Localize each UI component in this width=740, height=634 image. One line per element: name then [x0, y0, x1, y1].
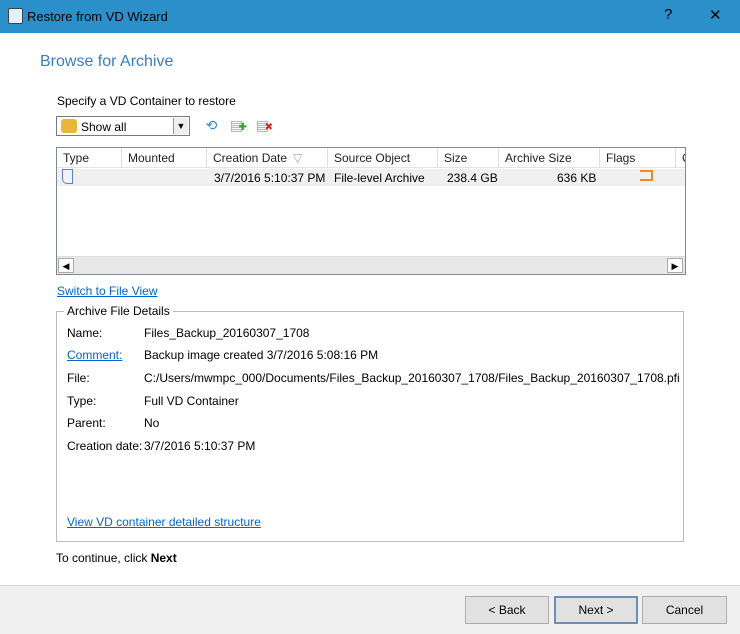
horizontal-scrollbar[interactable]: ◀ ▶	[57, 256, 685, 274]
type-value: Full VD Container	[144, 394, 239, 408]
view-structure-link[interactable]: View VD container detailed structure	[67, 515, 261, 529]
col-creation-date[interactable]: Creation Date ▽	[207, 148, 328, 168]
continue-hint: To continue, click Next	[56, 551, 177, 565]
creation-date-value: 3/7/2016 5:10:37 PM	[144, 439, 256, 453]
cell-archive-size: 636 KB	[557, 171, 597, 185]
filter-value: Show all	[81, 120, 127, 134]
cell-source-object: File-level Archive	[334, 171, 425, 185]
creation-date-label: Creation date:	[67, 439, 143, 453]
switch-to-file-view-link[interactable]: Switch to File View	[57, 284, 157, 298]
page-title: Browse for Archive	[40, 53, 174, 70]
file-icon	[62, 169, 73, 184]
comment-value: Backup image created 3/7/2016 5:08:16 PM	[144, 348, 379, 362]
scroll-right-icon[interactable]: ▶	[667, 258, 683, 273]
details-legend: Archive File Details	[64, 304, 173, 318]
help-button[interactable]: ?	[664, 6, 672, 23]
refresh-icon[interactable]: ⟲	[203, 117, 220, 134]
filter-dropdown[interactable]: Show all ▼	[56, 116, 190, 136]
col-creation-date-label: Creation Date	[213, 151, 288, 165]
title-bar: Restore from VD Wizard ? ✕	[0, 0, 740, 33]
col-flags[interactable]: Flags	[600, 148, 676, 168]
cell-size: 238.4 GB	[447, 171, 498, 185]
app-icon	[8, 8, 23, 24]
name-label: Name:	[67, 326, 103, 340]
col-more[interactable]: C	[676, 148, 685, 168]
chevron-down-icon[interactable]: ▼	[173, 118, 188, 134]
hint-text: To continue, click	[56, 551, 151, 565]
table-row[interactable]: 3/7/2016 5:10:37 PM File-level Archive 2…	[57, 169, 685, 186]
hint-next: Next	[150, 551, 177, 565]
scroll-left-icon[interactable]: ◀	[58, 258, 74, 273]
back-button[interactable]: < Back	[465, 596, 549, 624]
name-value: Files_Backup_20160307_1708	[144, 326, 310, 340]
cancel-button[interactable]: Cancel	[642, 596, 727, 624]
flag-icon	[640, 170, 653, 181]
file-value: C:/Users/mwmpc_000/Documents/Files_Backu…	[144, 371, 680, 385]
specify-label: Specify a VD Container to restore	[57, 94, 236, 108]
list-header: Type Mounted Creation Date ▽ Source Objec…	[57, 148, 685, 168]
show-all-icon	[61, 119, 77, 133]
close-button[interactable]: ✕	[709, 6, 722, 24]
parent-value: No	[144, 416, 160, 430]
parent-label: Parent:	[67, 416, 106, 430]
sort-indicator-icon: ▽	[293, 151, 303, 165]
cell-creation-date: 3/7/2016 5:10:37 PM	[214, 171, 326, 185]
col-type[interactable]: Type	[57, 148, 122, 168]
type-label: Type:	[67, 394, 97, 408]
col-mounted[interactable]: Mounted	[122, 148, 207, 168]
col-archive-size[interactable]: Archive Size	[499, 148, 600, 168]
col-source-object[interactable]: Source Object	[328, 148, 438, 168]
window-title: Restore from VD Wizard	[27, 9, 168, 24]
remove-archive-icon[interactable]: ▤ ✖	[254, 117, 273, 134]
add-archive-icon[interactable]: ▤ ✚	[228, 117, 247, 134]
archive-list[interactable]: Type Mounted Creation Date ▽ Source Objec…	[56, 147, 686, 275]
comment-link[interactable]: Comment:	[67, 348, 122, 362]
file-label: File:	[67, 371, 90, 385]
col-size[interactable]: Size	[438, 148, 499, 168]
next-button[interactable]: Next >	[554, 596, 638, 624]
